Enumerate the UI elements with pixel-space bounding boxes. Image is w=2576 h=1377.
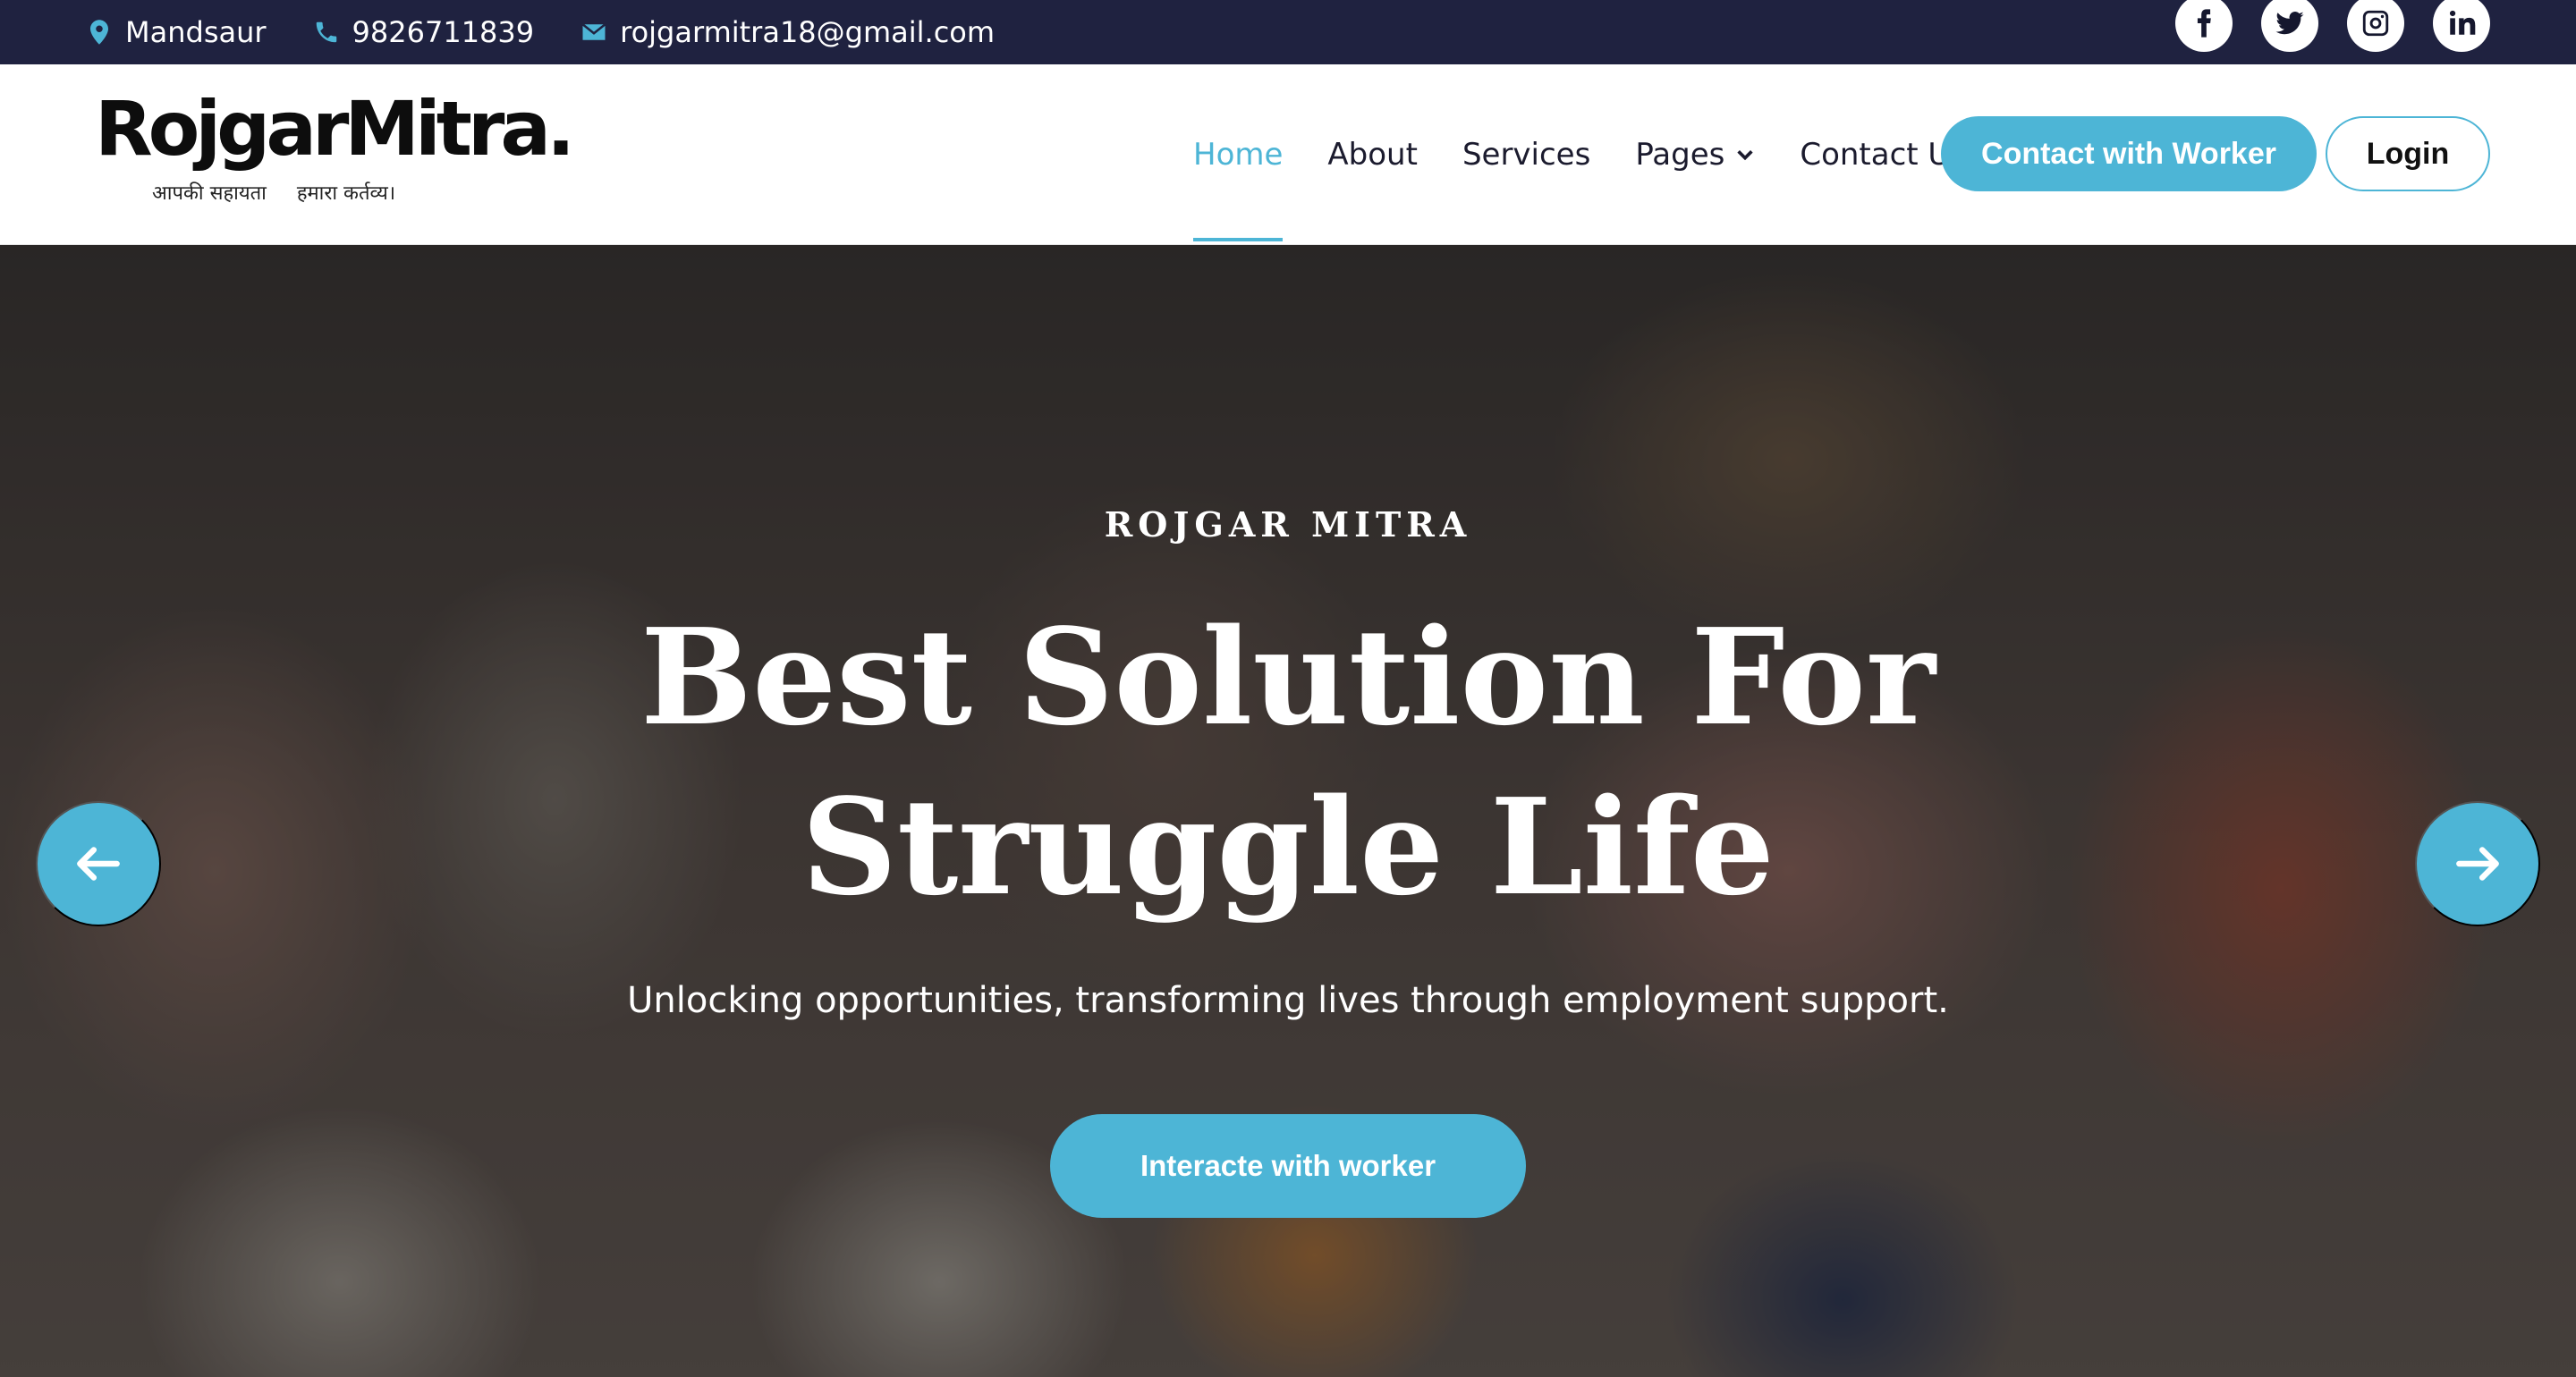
chevron-down-icon: [1735, 137, 1755, 173]
nav-pages-label: Pages: [1635, 137, 1725, 173]
tagline-part-1: आपकी सहायता: [152, 182, 267, 205]
email-info[interactable]: rojgarmitra18@gmail.com: [580, 15, 995, 49]
nav-about[interactable]: About: [1327, 64, 1418, 245]
site-logo[interactable]: RojgarMitra. आपकी सहायता हमारा कर्तव्य।: [95, 91, 575, 206]
hero-subtitle: Unlocking opportunities, transforming li…: [627, 980, 1949, 1021]
location-info: Mandsaur: [86, 15, 267, 49]
hero-title: Best Solution For Struggle Life: [640, 599, 1936, 925]
email-text[interactable]: rojgarmitra18@gmail.com: [620, 15, 995, 49]
hero-eyebrow: ROJGAR MITRA: [1104, 504, 1472, 545]
carousel-next-button[interactable]: [2415, 801, 2540, 926]
contact-with-worker-button[interactable]: Contact with Worker: [1941, 116, 2317, 191]
facebook-icon[interactable]: [2175, 0, 2233, 52]
contact-info-list: Mandsaur 9826711839 rojgarmitra18@gmail.…: [86, 15, 995, 49]
map-pin-icon: [90, 20, 108, 45]
nav-home[interactable]: Home: [1193, 64, 1284, 245]
phone-info[interactable]: 9826711839: [313, 15, 535, 49]
primary-nav: Home About Services Pages Contact Us: [1193, 64, 1966, 245]
phone-text[interactable]: 9826711839: [352, 15, 535, 49]
arrow-left-icon: [77, 847, 120, 881]
nav-pages[interactable]: Pages: [1635, 64, 1755, 245]
nav-services[interactable]: Services: [1462, 64, 1590, 245]
logo-wordmark[interactable]: RojgarMitra.: [95, 91, 575, 166]
logo-tagline: आपकी सहायता हमारा कर्तव्य।: [152, 179, 571, 206]
phone-icon: [316, 21, 336, 43]
instagram-icon[interactable]: [2347, 0, 2404, 52]
envelope-icon: [581, 23, 606, 40]
interact-with-worker-button[interactable]: Interacte with worker: [1050, 1114, 1526, 1218]
tagline-part-2: हमारा कर्तव्य।: [296, 182, 396, 205]
carousel-prev-button[interactable]: [36, 801, 161, 926]
main-navbar: RojgarMitra. आपकी सहायता हमारा कर्तव्य। …: [0, 64, 2576, 245]
twitter-icon[interactable]: [2261, 0, 2318, 52]
social-links: [2175, 0, 2490, 52]
arrow-right-icon: [2456, 847, 2499, 881]
location-text: Mandsaur: [125, 15, 267, 49]
top-contact-bar: Mandsaur 9826711839 rojgarmitra18@gmail.…: [0, 0, 2576, 64]
login-button[interactable]: Login: [2326, 116, 2490, 191]
linkedin-icon[interactable]: [2433, 0, 2490, 52]
hero-carousel: ROJGAR MITRA Best Solution For Struggle …: [0, 245, 2576, 1377]
